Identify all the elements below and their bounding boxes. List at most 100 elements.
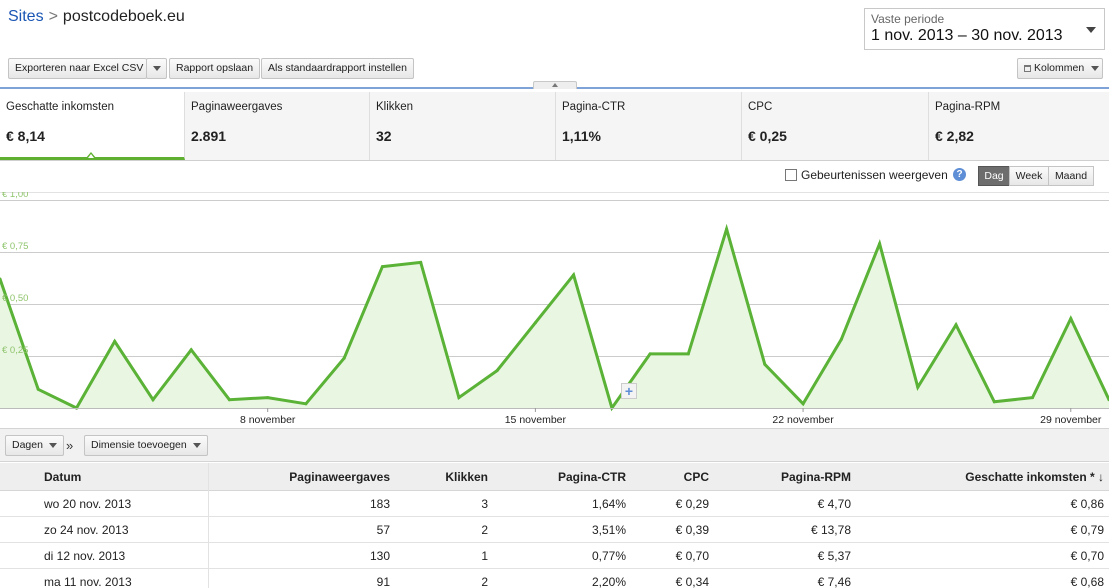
help-icon[interactable]: ? xyxy=(953,168,966,181)
metric-name: Pagina-RPM xyxy=(935,101,1001,113)
breadcrumb: Sites > postcodeboek.eu xyxy=(8,8,185,26)
cell-date: wo 20 nov. 2013 xyxy=(44,497,132,511)
y-tick-label: € 0,75 xyxy=(2,241,28,252)
events-label: Gebeurtenissen weergeven xyxy=(801,168,948,182)
metric-name: Paginaweergaves xyxy=(191,101,283,113)
cell-page-ctr: 2,20% xyxy=(591,575,626,588)
metric-tab-cpc[interactable]: CPC € 0,25 xyxy=(742,92,929,160)
data-point xyxy=(839,337,843,341)
set-default-report-button[interactable]: Als standaardrapport instellen xyxy=(261,58,414,79)
col-header-page-rpm[interactable]: Pagina-RPM xyxy=(781,470,851,484)
data-point xyxy=(36,387,40,391)
add-dimension-dropdown[interactable]: Dimensie toevoegen xyxy=(84,435,208,456)
breadcrumb-current-site: postcodeboek.eu xyxy=(62,8,185,25)
date-range-value: 1 nov. 2013 – 30 nov. 2013 xyxy=(871,27,1063,44)
cell-page-rpm: € 13,78 xyxy=(810,523,851,537)
cell-page-ctr: 1,64% xyxy=(591,497,626,511)
cell-clicks: 2 xyxy=(481,523,488,537)
cell-page-rpm: € 5,37 xyxy=(817,549,851,563)
data-point xyxy=(227,398,231,402)
cell-clicks: 1 xyxy=(481,549,488,563)
data-point xyxy=(572,273,576,277)
cell-cpc: € 0,39 xyxy=(675,523,709,537)
cell-clicks: 2 xyxy=(481,575,488,588)
cell-pageviews: 91 xyxy=(376,575,390,588)
col-header-page-ctr[interactable]: Pagina-CTR xyxy=(558,470,626,484)
date-range-picker[interactable]: Vaste periode 1 nov. 2013 – 30 nov. 2013 xyxy=(864,8,1105,50)
data-point xyxy=(342,356,346,360)
days-label: Dagen xyxy=(12,439,43,451)
data-point xyxy=(380,265,384,269)
col-header-pageviews[interactable]: Paginaweergaves xyxy=(289,470,390,484)
granularity-month-button[interactable]: Maand xyxy=(1048,166,1094,186)
x-tick-label: 29 november xyxy=(1040,414,1102,426)
cell-page-rpm: € 4,70 xyxy=(817,497,851,511)
table-row[interactable]: zo 24 nov. 2013 57 2 3,51% € 0,39 € 13,78 € 0,… xyxy=(0,517,1109,543)
col-header-estimated-earnings[interactable]: Geschatte inkomsten * ↓ xyxy=(965,470,1104,484)
cell-estimated-earnings: € 0,70 xyxy=(1070,549,1104,563)
data-point xyxy=(878,242,882,246)
cell-estimated-earnings: € 0,79 xyxy=(1070,523,1104,537)
dimension-days-dropdown[interactable]: Dagen xyxy=(5,435,64,456)
data-point xyxy=(763,362,767,366)
earnings-chart: € 1,00 € 0,75 € 0,50 € 0,25 8 november 15 nov… xyxy=(0,192,1109,426)
col-header-cpc[interactable]: CPC xyxy=(684,470,709,484)
cell-date: ma 11 nov. 2013 xyxy=(44,575,132,588)
data-point xyxy=(916,385,920,389)
events-checkbox[interactable] xyxy=(785,169,797,181)
table-row[interactable]: wo 20 nov. 2013 183 3 1,64% € 0,29 € 4,70 € 0,… xyxy=(0,491,1109,517)
metric-value: 32 xyxy=(376,128,392,144)
metric-value: 2.891 xyxy=(191,128,227,144)
metric-name: Pagina-CTR xyxy=(562,101,626,113)
cell-page-ctr: 0,77% xyxy=(591,549,626,563)
data-point xyxy=(113,339,117,343)
save-report-button[interactable]: Rapport opslaan xyxy=(169,58,261,79)
metric-tabs: Geschatte inkomsten € 8,14 Paginaweergav… xyxy=(0,92,1109,161)
cell-date: di 12 nov. 2013 xyxy=(44,549,126,563)
cell-pageviews: 183 xyxy=(369,497,390,511)
granularity-week-button[interactable]: Week xyxy=(1009,166,1049,186)
columns-button[interactable]: Kolommen xyxy=(1017,58,1103,79)
data-point xyxy=(648,352,652,356)
cell-date: zo 24 nov. 2013 xyxy=(44,523,129,537)
table-row[interactable]: di 12 nov. 2013 130 1 0,77% € 0,70 € 5,37 € 0,… xyxy=(0,543,1109,569)
metric-value: € 2,82 xyxy=(935,128,974,144)
export-dropdown-button[interactable] xyxy=(146,58,167,79)
cell-cpc: € 0,29 xyxy=(675,497,709,511)
x-tick-label: 8 november xyxy=(240,414,296,426)
table-header: Datum Paginaweergaves Klikken Pagina-CTR… xyxy=(0,463,1109,491)
chevron-down-icon xyxy=(192,442,201,448)
breadcrumb-sites-link[interactable]: Sites xyxy=(8,8,44,25)
metric-tab-pageviews[interactable]: Paginaweergaves 2.891 xyxy=(185,92,370,160)
columns-label: Kolommen xyxy=(1034,62,1085,74)
metric-name: Klikken xyxy=(376,101,414,113)
cell-page-rpm: € 7,46 xyxy=(817,575,851,588)
add-annotation-icon[interactable]: + xyxy=(621,383,637,399)
metric-name: Geschatte inkomsten xyxy=(6,101,115,113)
chevron-down-icon xyxy=(48,442,57,448)
add-dimension-label: Dimensie toevoegen xyxy=(91,439,187,451)
export-csv-button[interactable]: Exporteren naar Excel CSV xyxy=(8,58,147,79)
cell-cpc: € 0,34 xyxy=(675,575,709,588)
active-tab-pointer-inner xyxy=(88,154,94,158)
col-header-date[interactable]: Datum xyxy=(44,470,81,484)
metric-value: € 0,25 xyxy=(748,128,787,144)
show-events-toggle[interactable]: Gebeurtenissen weergeven xyxy=(785,168,948,182)
metric-value: € 8,14 xyxy=(6,128,45,144)
y-tick-label: € 0,50 xyxy=(2,293,28,304)
y-tick-label: € 0,25 xyxy=(2,345,28,356)
data-point xyxy=(801,402,805,406)
col-header-clicks[interactable]: Klikken xyxy=(445,470,488,484)
table-row[interactable]: ma 11 nov. 2013 91 2 2,20% € 0,34 € 7,46 € 0,6… xyxy=(0,569,1109,588)
cell-clicks: 3 xyxy=(481,497,488,511)
metric-tab-clicks[interactable]: Klikken 32 xyxy=(370,92,556,160)
granularity-day-button[interactable]: Dag xyxy=(978,166,1010,186)
breadcrumb-separator: > xyxy=(48,8,58,25)
metric-tab-page-ctr[interactable]: Pagina-CTR 1,11% xyxy=(556,92,742,160)
metric-tab-page-rpm[interactable]: Pagina-RPM € 2,82 xyxy=(929,92,1109,160)
data-point xyxy=(725,227,729,231)
chevron-up-icon xyxy=(552,83,558,87)
cell-page-ctr: 3,51% xyxy=(591,523,626,537)
metric-tab-estimated-earnings[interactable]: Geschatte inkomsten € 8,14 xyxy=(0,92,185,160)
data-point xyxy=(189,348,193,352)
